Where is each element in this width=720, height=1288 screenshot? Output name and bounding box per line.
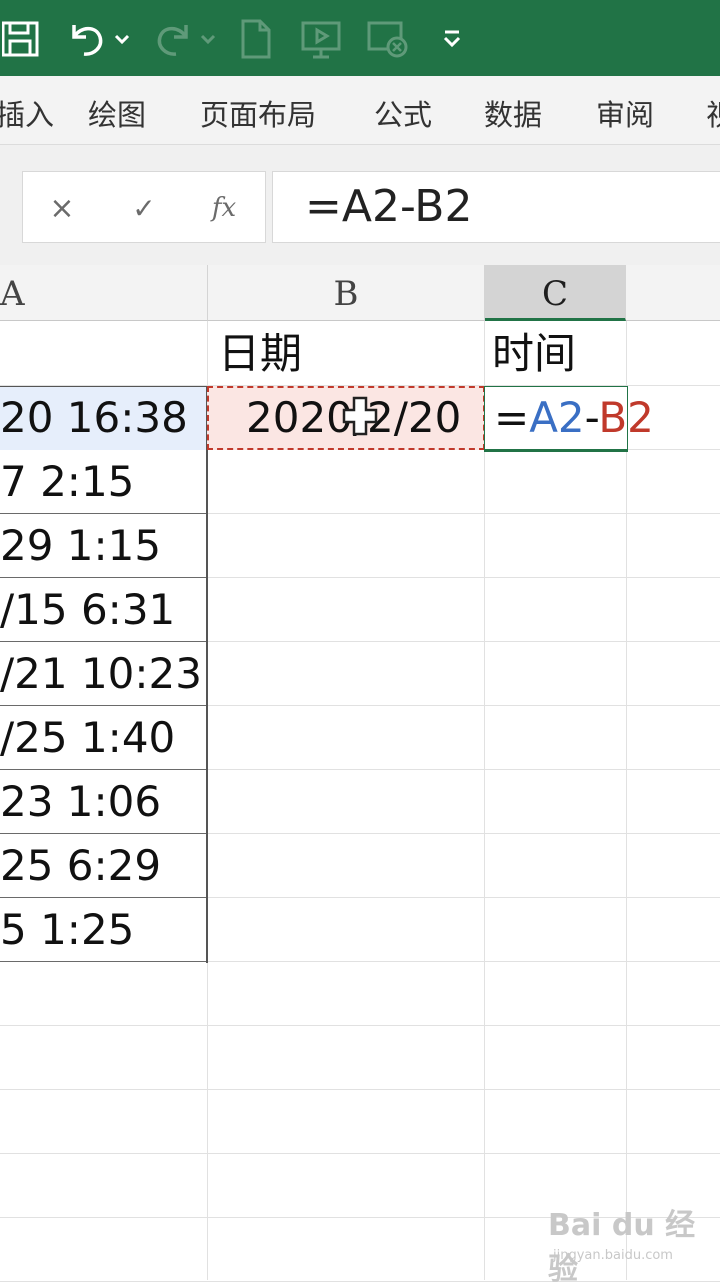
tab-data[interactable]: 数据 bbox=[484, 92, 542, 134]
tab-formulas[interactable]: 公式 bbox=[374, 92, 432, 134]
formula-input[interactable]: =A2-B2 bbox=[272, 171, 720, 243]
column-header-c[interactable]: C bbox=[485, 265, 626, 321]
baidu-watermark-logo: Bai du 经验 bbox=[548, 1208, 696, 1287]
grid-line bbox=[208, 769, 720, 770]
redo-icon[interactable] bbox=[150, 14, 196, 64]
ribbon-tabs: 插入 绘图 页面布局 公式 数据 审阅 视 bbox=[0, 76, 720, 145]
baidu-watermark-url: jingyan.baidu.com bbox=[553, 1248, 673, 1263]
title-bar bbox=[0, 0, 720, 76]
grid-line bbox=[208, 897, 720, 898]
grid-line bbox=[208, 641, 720, 642]
present-icon[interactable] bbox=[298, 14, 346, 64]
formula-buttons-box: × ✓ fx bbox=[22, 171, 266, 243]
cell-a3[interactable]: 7 2:15 bbox=[0, 450, 134, 514]
formula-equals: = bbox=[494, 393, 530, 442]
grid-line bbox=[208, 705, 720, 706]
tab-page-layout[interactable]: 页面布局 bbox=[200, 92, 316, 134]
undo-dropdown-icon[interactable] bbox=[112, 14, 132, 64]
cell-a7[interactable]: /25 1:40 bbox=[0, 706, 175, 770]
formula-minus: - bbox=[584, 393, 599, 442]
grid-line bbox=[484, 321, 485, 1280]
cancel-formula-button[interactable]: × bbox=[37, 186, 87, 230]
tab-insert[interactable]: 插入 bbox=[0, 92, 54, 134]
insert-function-button[interactable]: fx bbox=[199, 186, 249, 230]
redo-dropdown-icon[interactable] bbox=[198, 14, 218, 64]
close-presentation-icon[interactable] bbox=[364, 14, 412, 64]
grid-line bbox=[0, 1153, 720, 1154]
undo-icon[interactable] bbox=[64, 14, 110, 64]
grid-line bbox=[0, 1089, 720, 1090]
grid-line bbox=[626, 321, 627, 1280]
tab-review[interactable]: 审阅 bbox=[596, 92, 654, 134]
grid-line bbox=[208, 833, 720, 834]
new-file-icon[interactable] bbox=[236, 14, 276, 64]
cell-a5[interactable]: /15 6:31 bbox=[0, 578, 175, 642]
customize-toolbar-icon[interactable] bbox=[436, 14, 468, 64]
grid-line bbox=[0, 1025, 720, 1026]
tab-view[interactable]: 视 bbox=[706, 92, 720, 134]
cell-a6[interactable]: /21 10:23 bbox=[0, 642, 202, 706]
column-header-d[interactable] bbox=[626, 265, 720, 321]
grid-line bbox=[208, 961, 720, 962]
cell-a10[interactable]: 5 1:25 bbox=[0, 898, 134, 962]
cell-a4[interactable]: 29 1:15 bbox=[0, 514, 161, 578]
cell-c1[interactable]: 时间 bbox=[492, 322, 576, 386]
grid-line bbox=[208, 577, 720, 578]
formula-ref-b2: B2 bbox=[598, 393, 654, 442]
save-icon[interactable] bbox=[0, 14, 44, 64]
column-header-a[interactable]: A bbox=[0, 265, 208, 321]
tab-draw[interactable]: 绘图 bbox=[88, 92, 146, 134]
cell-a2[interactable]: 20 16:38 bbox=[0, 386, 188, 450]
grid-line bbox=[208, 513, 720, 514]
cell-c2-formula[interactable]: =A2-B2 bbox=[494, 386, 654, 450]
column-header-b[interactable]: B bbox=[208, 265, 485, 321]
cell-a9[interactable]: 25 6:29 bbox=[0, 834, 161, 898]
enter-formula-button[interactable]: ✓ bbox=[119, 186, 169, 230]
cell-b1[interactable]: 日期 bbox=[218, 322, 302, 386]
cursor-icon bbox=[342, 396, 378, 440]
cell-a8[interactable]: 23 1:06 bbox=[0, 770, 161, 834]
formula-ref-a2: A2 bbox=[529, 393, 585, 442]
formula-bar: × ✓ fx =A2-B2 bbox=[0, 145, 720, 265]
